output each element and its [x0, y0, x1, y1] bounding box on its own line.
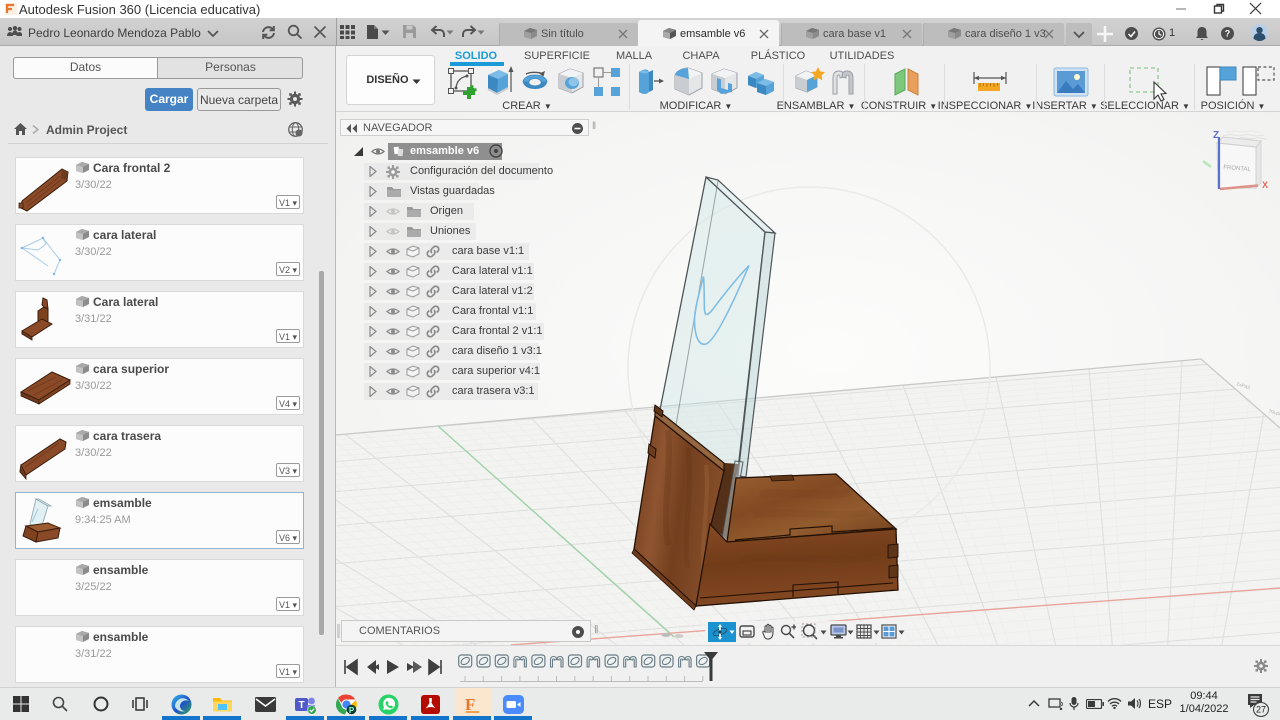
svg-text:Z: Z	[1213, 130, 1219, 141]
svg-text:27: 27	[1256, 705, 1266, 715]
svg-text:?: ?	[1225, 29, 1231, 39]
svg-text:X: X	[1262, 180, 1268, 190]
svg-text:T: T	[298, 700, 304, 711]
svg-text:P: P	[349, 706, 355, 715]
